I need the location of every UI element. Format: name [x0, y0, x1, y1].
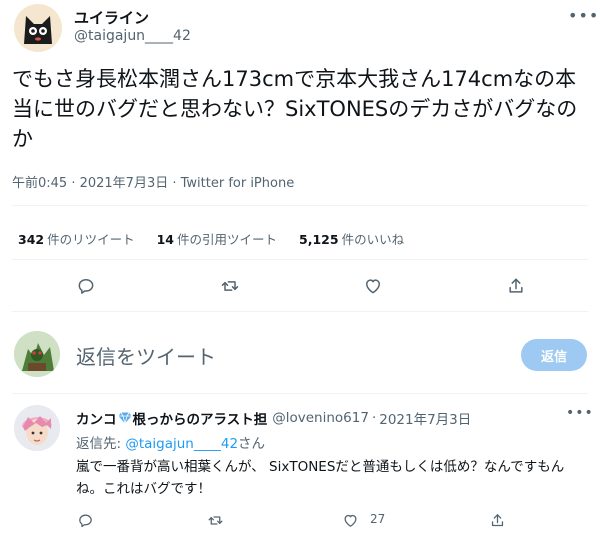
tweet-stats: 342 件のリツイート 14 件の引用ツイート 5,125 件のいいね: [18, 229, 404, 248]
retweet-icon[interactable]: [217, 275, 243, 297]
share-icon[interactable]: [487, 511, 507, 529]
like-icon[interactable]: [340, 511, 360, 529]
share-icon[interactable]: [503, 275, 529, 297]
quotes-stat[interactable]: 14 件の引用ツイート: [157, 229, 277, 248]
reply-author-handle[interactable]: @lovenino617: [272, 410, 369, 426]
reply-author-avatar[interactable]: [14, 405, 60, 451]
reply-icon[interactable]: [75, 511, 95, 529]
current-user-avatar[interactable]: [14, 331, 60, 377]
like-icon[interactable]: [360, 275, 386, 297]
blue-diamond-icon: [118, 412, 132, 426]
replying-to-handle[interactable]: @taigajun____42: [125, 436, 238, 452]
retweet-icon[interactable]: [205, 511, 225, 529]
reply-input[interactable]: 返信をツイート: [76, 341, 216, 370]
author-name[interactable]: ユイライン: [74, 7, 149, 28]
divider: [12, 393, 588, 394]
tweet-text: でもさ身長松本潤さん173cmで京本大我さん174cmなの本当に世のバグだと思わ…: [12, 67, 578, 151]
separator-dot: ·: [371, 410, 377, 426]
divider: [12, 259, 588, 260]
reply-text: 嵐で一番背が高い相葉くんが、 SixTONESだと普通もしくは低め？なんですもん…: [76, 459, 565, 497]
divider: [12, 311, 588, 312]
reply-icon[interactable]: [73, 275, 99, 297]
replying-to-suffix: さん: [238, 436, 266, 452]
likes-stat[interactable]: 5,125 件のいいね: [299, 229, 404, 248]
author-handle[interactable]: @taigajun____42: [74, 28, 191, 44]
reply-author-name-suffix[interactable]: 根っからのアラスト担: [133, 408, 268, 428]
more-horizontal-icon[interactable]: •••: [566, 405, 593, 421]
author-avatar[interactable]: [14, 4, 62, 52]
reply-header: カンコ 根っからのアラスト担 @lovenino617 · 2021年7月3日: [76, 408, 471, 428]
tweet-timestamp[interactable]: 午前0:45 · 2021年7月3日 · Twitter for iPhone: [12, 172, 294, 191]
replying-to: 返信先: @taigajun____42さん: [76, 432, 265, 452]
retweets-stat[interactable]: 342 件のリツイート: [18, 229, 135, 248]
more-horizontal-icon[interactable]: •••: [568, 6, 598, 25]
replying-to-label: 返信先:: [76, 436, 126, 452]
reply-author-name[interactable]: カンコ: [76, 408, 117, 428]
reply-submit-button[interactable]: 返信: [521, 339, 587, 371]
reply-date[interactable]: 2021年7月3日: [379, 408, 471, 428]
like-count: 27: [370, 512, 386, 526]
divider: [12, 205, 588, 206]
